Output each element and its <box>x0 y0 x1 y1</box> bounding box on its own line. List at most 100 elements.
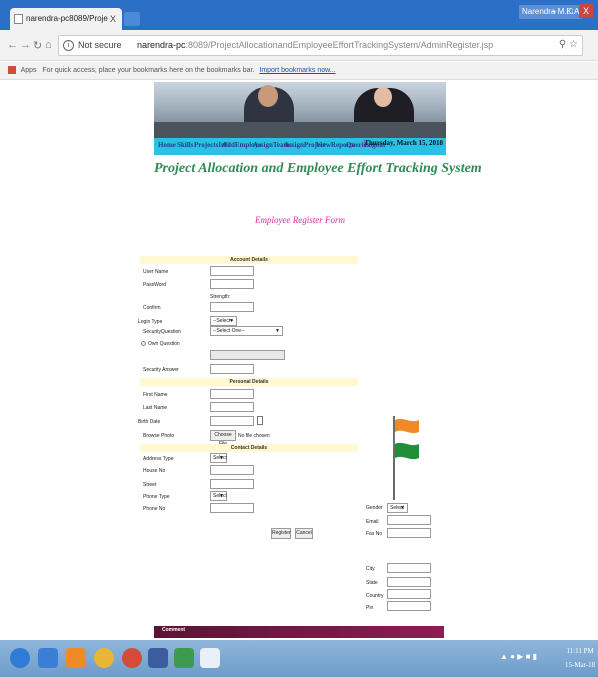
own-question-label: Own Question <box>148 341 180 347</box>
maximize-button[interactable]: □ <box>563 4 577 18</box>
pin-input[interactable] <box>387 601 431 611</box>
gender-select[interactable]: Select ▼ <box>387 503 408 513</box>
gender-label: Gender <box>366 505 383 511</box>
state-input[interactable] <box>387 577 431 587</box>
forward-icon[interactable]: → <box>20 39 31 51</box>
password-label: PassWord <box>143 282 166 288</box>
security-answer-input[interactable] <box>210 364 254 374</box>
apps-icon[interactable] <box>8 66 16 75</box>
security-answer-label: Security Answer <box>143 367 179 373</box>
minimize-button[interactable]: – <box>547 4 561 18</box>
house-no-label: House No <box>143 468 166 474</box>
country-input[interactable] <box>387 589 431 599</box>
security-label: Not secure <box>78 40 122 50</box>
security-question-label: SecurityQuestion <box>143 329 182 335</box>
bookmarks-bar: Apps For quick access, place your bookma… <box>0 62 598 80</box>
state-label: State <box>366 580 378 586</box>
home-icon[interactable]: ⌂ <box>45 39 52 51</box>
bookmarks-hint: For quick access, place your bookmarks h… <box>42 67 255 74</box>
taskbar-clock[interactable]: 11:11 PM 15-Mar-18 <box>565 644 595 672</box>
account-details-heading: Account Details <box>140 256 358 264</box>
security-question-select[interactable]: --Select One-- ▼ <box>210 326 283 336</box>
city-input[interactable] <box>387 563 431 573</box>
address-bar[interactable]: i Not secure narendra-pc:8089/ProjectAll… <box>58 35 583 56</box>
explorer-icon[interactable] <box>94 648 114 668</box>
last-name-label: Last Name <box>143 405 168 411</box>
first-name-label: First Name <box>143 392 168 398</box>
reload-icon[interactable]: ↻ <box>33 39 42 52</box>
form-title: Employee Register Form <box>255 215 345 225</box>
contact-details-heading: Contact Details <box>140 444 358 452</box>
birth-date-label: Birth Date <box>138 419 161 425</box>
browse-photo-label: Browse Photo <box>143 433 175 439</box>
phone-no-input[interactable] <box>210 503 254 513</box>
page-footer: Comment <box>154 626 444 638</box>
cancel-button[interactable]: Cancel <box>295 528 313 539</box>
address-type-select[interactable]: Select ▼ <box>210 453 227 463</box>
tab-close-icon[interactable]: X <box>110 8 116 30</box>
own-question-input[interactable] <box>210 350 285 360</box>
login-type-select[interactable]: --Select-- ▼ <box>210 316 237 326</box>
start-icon[interactable] <box>10 648 30 668</box>
back-icon[interactable]: ← <box>7 39 18 51</box>
email-label: Email <box>366 519 379 525</box>
system-tray-icons[interactable]: ▲ ● ▶ ■ ▮ <box>500 652 537 661</box>
fax-no-label: Fax No <box>366 531 383 537</box>
apps-link[interactable]: Apps <box>21 67 37 74</box>
browser-titlebar: narendra-pc8089/Proje X Narendra M.K.A –… <box>0 0 598 30</box>
nav-skills[interactable]: Skills <box>177 141 193 149</box>
city-label: City <box>366 566 375 572</box>
window-close-button[interactable]: X <box>579 4 593 18</box>
chrome-icon[interactable] <box>122 648 142 668</box>
pin-label: Pin <box>366 605 374 611</box>
tab-title: narendra-pc8089/Proje <box>26 14 108 23</box>
bookmark-star-icon[interactable]: ⚲ ☆ <box>559 39 578 50</box>
phone-type-label: Phone Type <box>143 494 170 500</box>
page-icon <box>14 14 23 24</box>
choose-file-button[interactable]: Choose File <box>210 430 236 447</box>
own-question-checkbox[interactable] <box>141 341 146 346</box>
strength-label: Strength: <box>210 294 231 300</box>
birth-date-input[interactable] <box>210 416 254 426</box>
phone-type-select[interactable]: Select ▼ <box>210 491 227 501</box>
url-text: narendra-pc:8089/ProjectAllocationandEmp… <box>137 40 494 50</box>
street-label: Street <box>143 482 157 488</box>
footer-text: Comment <box>162 627 186 633</box>
page-title: Project Allocation and Employee Effort T… <box>154 161 482 176</box>
header-banner-image <box>154 82 446 138</box>
main-navbar: Home Skills ProjectsInfo AddEmploye Assi… <box>154 138 446 155</box>
address-type-label: Address Type <box>143 456 174 462</box>
vlc-icon[interactable] <box>66 648 86 668</box>
browser-toolbar: ← → ↻ ⌂ i Not secure narendra-pc:8089/Pr… <box>0 30 598 61</box>
flag-image <box>393 416 420 500</box>
eclipse-icon[interactable] <box>148 648 168 668</box>
first-name-input[interactable] <box>210 389 254 399</box>
personal-details-heading: Personal Details <box>140 378 358 386</box>
new-tab-button[interactable] <box>124 12 140 26</box>
banner-table <box>154 122 446 138</box>
confirm-label: Confirm <box>143 305 161 311</box>
nav-home[interactable]: Home <box>158 141 176 149</box>
info-icon[interactable]: i <box>63 40 74 51</box>
fax-no-input[interactable] <box>387 528 431 538</box>
confirm-password-input[interactable] <box>210 302 254 312</box>
notepad-icon[interactable] <box>200 648 220 668</box>
house-no-input[interactable] <box>210 465 254 475</box>
windows-taskbar: ▲ ● ▶ ■ ▮ 11:11 PM 15-Mar-18 <box>0 640 598 677</box>
no-file-chosen-text: No file chosen <box>238 433 270 439</box>
last-name-input[interactable] <box>210 402 254 412</box>
media-icon[interactable] <box>174 648 194 668</box>
browser-tab[interactable]: narendra-pc8089/Proje X <box>10 8 122 30</box>
login-type-label: Login Type <box>138 319 163 325</box>
phone-no-label: Phone No <box>143 506 166 512</box>
street-input[interactable] <box>210 479 254 489</box>
email-input[interactable] <box>387 515 431 525</box>
calendar-icon[interactable] <box>257 416 263 425</box>
import-bookmarks-link[interactable]: Import bookmarks now... <box>259 67 335 74</box>
password-input[interactable] <box>210 279 254 289</box>
country-label: Country <box>366 593 384 599</box>
user-name-input[interactable] <box>210 266 254 276</box>
register-button[interactable]: Register <box>271 528 291 539</box>
user-name-label: User Name <box>143 269 169 275</box>
ie-icon[interactable] <box>38 648 58 668</box>
